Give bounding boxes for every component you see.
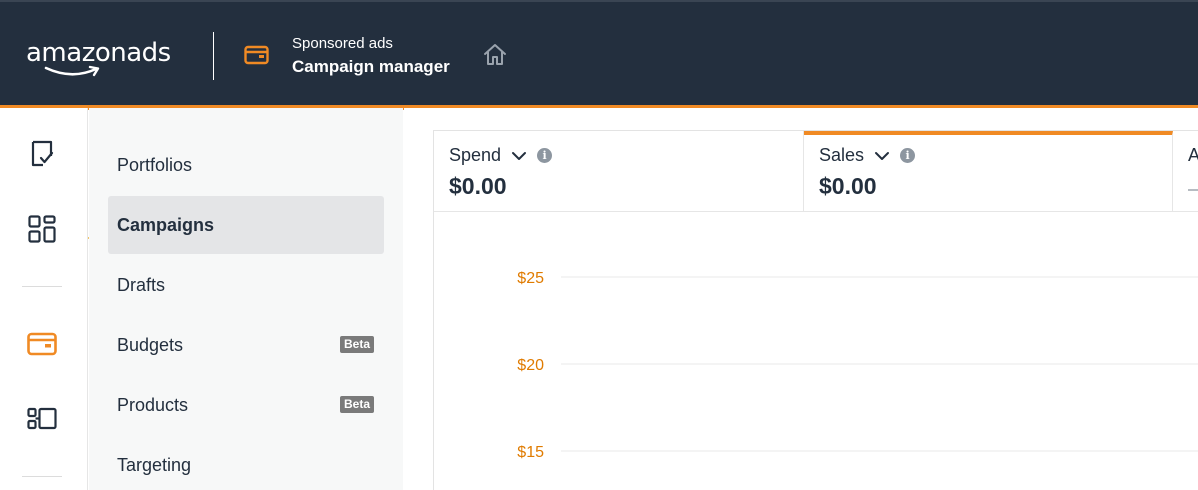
nav-item-label: Targeting	[117, 454, 192, 475]
dashboard-grid-icon	[28, 215, 56, 243]
metric-card-spend[interactable]: Spend i $0.00	[434, 131, 804, 211]
metric-header: Spend i	[449, 145, 553, 166]
nav-item-targeting[interactable]: Targeting	[108, 436, 384, 490]
amazon-ads-logo[interactable]: amazonads	[26, 38, 188, 84]
campaign-manager-nav: Portfolios Campaigns Drafts Budgets Beta…	[89, 108, 403, 490]
info-icon[interactable]: i	[900, 148, 916, 163]
metric-card-partial-label[interactable]: A	[1188, 145, 1198, 166]
metric-header: Sales i	[819, 145, 916, 166]
nav-item-drafts[interactable]: Drafts	[108, 256, 384, 314]
metric-card-sales[interactable]: Sales i $0.00	[804, 131, 1173, 211]
rail-separator	[22, 286, 62, 287]
task-check-icon	[31, 140, 54, 167]
metric-value: $0.00	[819, 173, 877, 199]
metric-label: Sales	[819, 145, 865, 165]
y-tick-label: $15	[517, 444, 544, 461]
metric-selector-row: Spend i $0.00 Sales i $0.00 A	[434, 131, 1198, 212]
nav-item-budgets[interactable]: Budgets Beta	[108, 316, 384, 374]
chevron-down-icon[interactable]	[874, 148, 890, 164]
header-title: Campaign manager	[292, 57, 450, 76]
rail-campaigns-button[interactable]	[24, 326, 60, 362]
nav-item-campaigns[interactable]: Campaigns	[108, 196, 384, 254]
wallet-icon	[244, 45, 269, 65]
beta-badge: Beta	[339, 336, 374, 353]
home-icon[interactable]	[482, 42, 508, 68]
rail-dashboard-button[interactable]	[24, 211, 60, 247]
chart-canvas: $25 $20 $15	[517, 270, 1198, 461]
metric-label: Spend	[449, 145, 502, 165]
logo-smile-icon	[44, 65, 100, 77]
wallet-icon	[27, 332, 57, 356]
nav-item-label: Budgets	[117, 334, 184, 355]
performance-panel: Spend i $0.00 Sales i $0.00 A $25 $20 $1…	[433, 130, 1198, 490]
rail-catalog-button[interactable]	[24, 401, 60, 437]
header-divider	[213, 32, 214, 80]
logo-text: amazonads	[26, 38, 171, 68]
y-tick-label: $25	[517, 270, 544, 287]
metric-value: $0.00	[449, 173, 507, 199]
chevron-down-icon[interactable]	[511, 148, 527, 164]
nav-item-portfolios[interactable]: Portfolios	[108, 136, 384, 194]
nav-item-label: Campaigns	[117, 214, 215, 235]
top-header: amazonads Sponsored ads Campaign manager	[0, 0, 1198, 110]
main-content: Spend i $0.00 Sales i $0.00 A $25 $20 $1…	[404, 108, 1198, 490]
header-subtitle: Sponsored ads	[292, 35, 393, 52]
rail-separator	[22, 476, 62, 477]
metric-card-partial-value	[1188, 189, 1198, 191]
nav-item-label: Portfolios	[117, 154, 193, 175]
nav-item-products[interactable]: Products Beta	[108, 376, 384, 434]
catalog-icon	[27, 407, 57, 430]
beta-badge: Beta	[339, 396, 374, 413]
y-tick-label: $20	[517, 357, 544, 374]
nav-item-label: Products	[117, 394, 189, 415]
header-titles: Sponsored ads Campaign manager	[292, 34, 450, 80]
nav-item-label: Drafts	[117, 274, 166, 295]
performance-chart: $25 $20 $15	[434, 213, 1198, 490]
info-icon[interactable]: i	[537, 148, 553, 163]
rail-tasks-button[interactable]	[24, 136, 60, 172]
icon-rail	[0, 108, 88, 490]
